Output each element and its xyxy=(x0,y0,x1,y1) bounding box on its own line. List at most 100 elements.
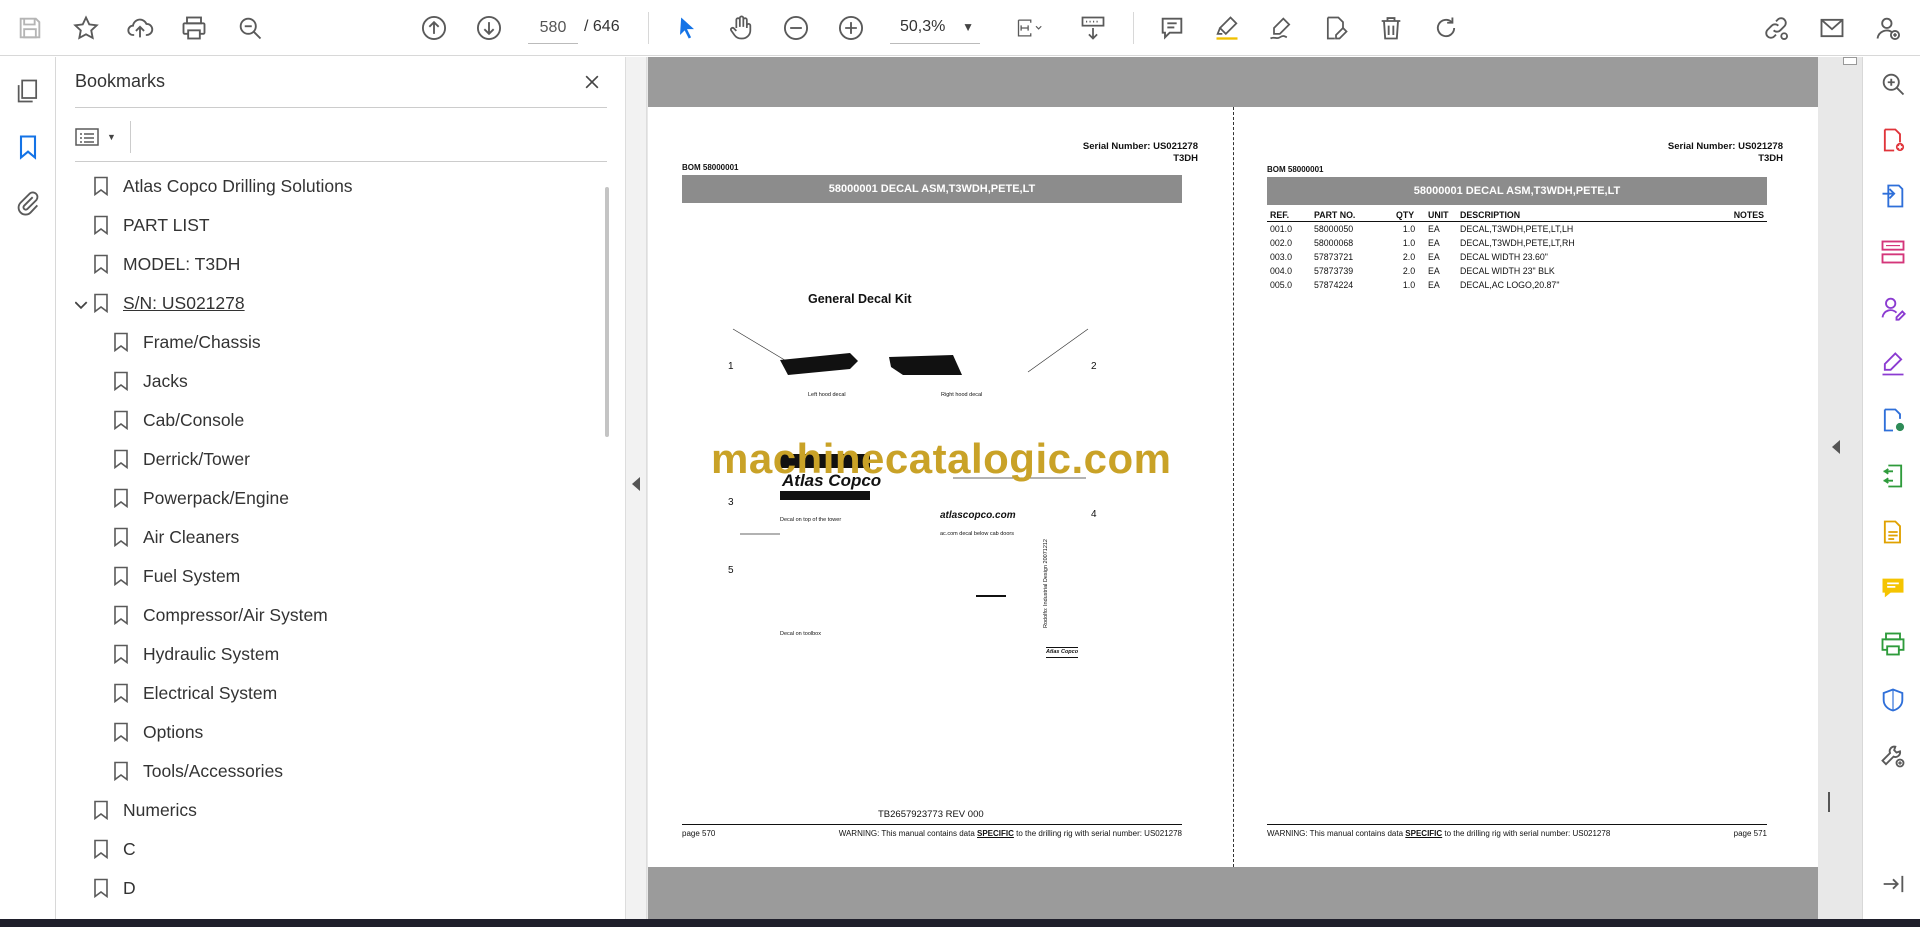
pages-icon[interactable] xyxy=(10,73,46,109)
scan-icon[interactable] xyxy=(1876,515,1910,549)
bookmark-item[interactable]: Cab/Console xyxy=(113,401,244,439)
bookmark-scrollbar-thumb[interactable] xyxy=(605,187,609,437)
scrollbar-grip[interactable] xyxy=(1828,792,1830,812)
highlight-icon[interactable] xyxy=(1209,10,1245,46)
bookmark-item[interactable]: Numerics xyxy=(93,791,197,829)
compress-icon[interactable] xyxy=(1876,459,1910,493)
bookmark-item[interactable]: Derrick/Tower xyxy=(113,440,250,478)
collapse-right-icon[interactable] xyxy=(1832,440,1840,454)
warning-footer-right: WARNING: This manual contains data SPECI… xyxy=(1267,829,1611,838)
scrollbar-thumb[interactable] xyxy=(1843,57,1857,65)
bookmark-item[interactable]: Fuel System xyxy=(113,557,240,595)
callout-2: 2 xyxy=(1091,361,1097,372)
comment-tool-icon[interactable] xyxy=(1876,571,1910,605)
page-number-right: page 571 xyxy=(1733,829,1767,838)
fit-page-icon[interactable] xyxy=(1004,10,1054,46)
table-cell: 58000050 xyxy=(1314,223,1354,234)
redo-icon[interactable] xyxy=(1428,10,1464,46)
zoom-in-icon[interactable] xyxy=(833,10,869,46)
email-icon[interactable] xyxy=(1814,10,1850,46)
star-icon[interactable] xyxy=(68,10,104,46)
bookmark-item[interactable]: Electrical System xyxy=(113,674,277,712)
export-pdf-icon[interactable] xyxy=(1876,179,1910,213)
edit-pdf-icon[interactable] xyxy=(1318,10,1354,46)
send-review-icon[interactable] xyxy=(1876,403,1910,437)
create-pdf-icon[interactable] xyxy=(1876,123,1910,157)
bookmark-ribbon-icon xyxy=(93,800,123,820)
bookmark-item[interactable]: S/N: US021278 xyxy=(75,284,245,322)
bookmark-ribbon-icon xyxy=(113,371,143,391)
sign-icon[interactable] xyxy=(1263,10,1299,46)
collapse-left-icon xyxy=(632,477,640,491)
assembly-banner: 58000001 DECAL ASM,T3WDH,PETE,LT xyxy=(682,175,1182,203)
bookmark-item[interactable]: Options xyxy=(113,713,203,751)
table-cell xyxy=(1727,264,1767,278)
table-cell: 001.0 xyxy=(1270,223,1293,234)
bookmark-item[interactable]: MODEL: T3DH xyxy=(93,245,240,283)
bookmark-item[interactable]: Compressor/Air System xyxy=(113,596,328,634)
bookmark-options-button[interactable]: ▼ xyxy=(75,121,121,153)
bookmark-item[interactable]: Frame/Chassis xyxy=(113,323,261,361)
warning-footer-left: WARNING: This manual contains data SPECI… xyxy=(838,829,1182,838)
hand-icon[interactable] xyxy=(723,10,759,46)
assembly-banner: 58000001 DECAL ASM,T3WDH,PETE,LT xyxy=(1267,177,1767,205)
table-cell: EA xyxy=(1428,279,1440,290)
attachment-icon[interactable] xyxy=(10,185,46,221)
bookmark-label: S/N: US021278 xyxy=(123,292,245,313)
request-signature-icon[interactable] xyxy=(1876,291,1910,325)
bookmark-item[interactable]: Jacks xyxy=(113,362,188,400)
chevron-down-icon[interactable] xyxy=(75,295,88,310)
close-icon[interactable] xyxy=(577,67,607,97)
account-icon[interactable] xyxy=(1870,10,1906,46)
delete-icon[interactable] xyxy=(1373,10,1409,46)
bookmark-item[interactable]: Tools/Accessories xyxy=(113,752,283,790)
save-icon[interactable] xyxy=(12,10,48,46)
page-number-input[interactable] xyxy=(528,12,578,44)
panel-collapse-handle[interactable] xyxy=(625,57,647,919)
parts-table-header: REF. PART NO. QTY UNIT DESCRIPTION NOTES xyxy=(1267,209,1767,222)
document-scrollbar[interactable] xyxy=(1826,57,1862,919)
bookmark-item[interactable]: Air Cleaners xyxy=(113,518,239,556)
left-hood-label: Left hood decal xyxy=(808,392,846,398)
page-number-left: page 570 xyxy=(682,829,716,838)
bookmark-ribbon-icon xyxy=(93,878,123,898)
bookmark-label: Derrick/Tower xyxy=(143,448,250,469)
zoom-out-icon[interactable] xyxy=(778,10,814,46)
table-row: 001.0 58000050 1.0 EA DECAL,T3WDH,PETE,LT,LH xyxy=(1267,222,1767,236)
upload-icon[interactable] xyxy=(122,10,158,46)
select-arrow-icon[interactable] xyxy=(669,10,705,46)
bookmark-item[interactable]: D xyxy=(93,869,136,907)
comment-icon[interactable] xyxy=(1154,10,1190,46)
bookmark-label: Numerics xyxy=(123,799,197,820)
zoom-tool-icon[interactable] xyxy=(1876,67,1910,101)
callout-1: 1 xyxy=(728,361,734,372)
page-up-icon[interactable] xyxy=(416,10,452,46)
print-icon[interactable] xyxy=(176,10,212,46)
protect-icon[interactable] xyxy=(1876,683,1910,717)
scroll-mode-icon[interactable] xyxy=(1075,10,1111,46)
table-cell: EA xyxy=(1428,237,1440,248)
collapse-panel-icon[interactable] xyxy=(1876,867,1910,901)
bookmark-label: Atlas Copco Drilling Solutions xyxy=(123,175,353,196)
serial-header: Serial Number: US021278 T3DH xyxy=(1083,141,1198,165)
bookmark-ribbon-icon xyxy=(113,332,143,352)
bookmark-item[interactable]: PART LIST xyxy=(93,206,210,244)
bookmark-item[interactable]: Hydraulic System xyxy=(113,635,279,673)
right-hood-label: Right hood decal xyxy=(941,392,983,398)
bookmark-item[interactable]: Atlas Copco Drilling Solutions xyxy=(93,167,353,205)
document-viewer[interactable]: Serial Number: US021278 T3DH BOM 5800000… xyxy=(647,57,1862,919)
fill-sign-icon[interactable] xyxy=(1876,347,1910,381)
bookmark-item[interactable]: Powerpack/Engine xyxy=(113,479,289,517)
watermark-text: machinecatalogic.com xyxy=(711,435,1172,482)
find-icon[interactable] xyxy=(232,10,268,46)
zoom-level-dropdown[interactable]: 50,3% ▼ xyxy=(890,12,980,44)
col-notes: NOTES xyxy=(1727,209,1767,222)
organize-pages-icon[interactable] xyxy=(1876,235,1910,269)
callout-5: 5 xyxy=(728,565,734,576)
more-tools-icon[interactable] xyxy=(1876,739,1910,773)
share-link-icon[interactable] xyxy=(1758,10,1794,46)
page-down-icon[interactable] xyxy=(471,10,507,46)
bookmark-item[interactable]: C xyxy=(93,830,136,868)
print-production-icon[interactable] xyxy=(1876,627,1910,661)
bookmark-icon[interactable] xyxy=(10,129,46,165)
